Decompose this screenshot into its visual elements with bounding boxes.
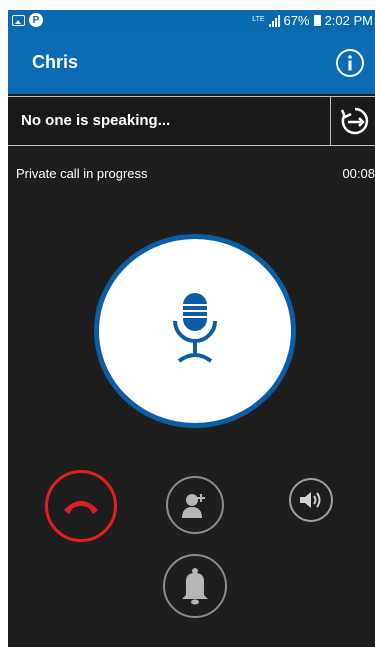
alert-button[interactable] xyxy=(163,554,227,618)
speaker-toggle-button[interactable] xyxy=(289,478,333,522)
contact-name: Chris xyxy=(32,52,79,72)
end-call-button[interactable] xyxy=(45,470,117,542)
divider xyxy=(330,97,331,145)
speaker-volume-icon xyxy=(300,492,321,508)
status-left-icons: P xyxy=(12,13,43,27)
add-person-icon xyxy=(182,494,205,518)
status-bar: P LTE 67% 2:02 PM xyxy=(8,10,375,32)
status-time: 2:02 PM xyxy=(324,13,373,28)
signal-icon xyxy=(268,14,280,27)
battery-icon xyxy=(313,15,321,26)
ptt-call-screen: P LTE 67% 2:02 PM Chris No one is speaki… xyxy=(8,10,375,647)
battery-percent: 67% xyxy=(283,13,310,28)
call-timer: 00:08 xyxy=(342,166,375,181)
image-icon xyxy=(12,14,25,26)
bell-icon xyxy=(182,568,208,605)
call-status-text: Private call in progress xyxy=(16,166,148,181)
speaker-status-text: No one is speaking... xyxy=(21,112,171,129)
app-header: Chris xyxy=(8,32,375,94)
speaker-status-bar: No one is speaking... xyxy=(8,96,375,146)
status-right-icons: LTE 67% 2:02 PM xyxy=(252,13,373,28)
info-icon[interactable] xyxy=(335,48,365,78)
microphone-icon xyxy=(173,293,217,363)
network-type: LTE xyxy=(252,16,265,23)
add-participant-button[interactable] xyxy=(166,476,224,534)
push-to-talk-button[interactable] xyxy=(94,234,296,428)
hang-up-phone-icon xyxy=(64,501,98,514)
replay-icon[interactable] xyxy=(339,105,371,137)
p-icon: P xyxy=(29,13,43,27)
